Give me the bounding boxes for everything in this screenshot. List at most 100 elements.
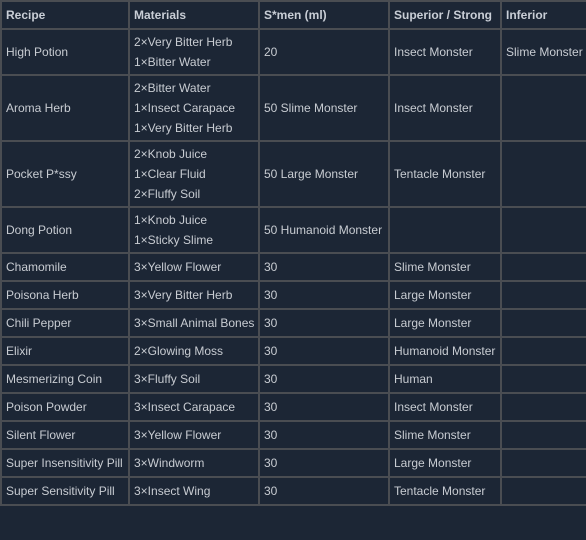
superior-cell: Humanoid Monster: [388, 336, 502, 366]
table-row: Chamomile 3×Yellow Flower 30 Slime Monster: [0, 252, 586, 282]
materials-cell: 1×Knob Juice 1×Sticky Slime: [128, 206, 260, 254]
recipe-cell: Pocket P*ssy: [0, 140, 130, 208]
recipe-cell: Mesmerizing Coin: [0, 364, 130, 394]
superior-cell: Tentacle Monster: [388, 476, 502, 506]
material-item: 3×Small Animal Bones: [134, 316, 255, 330]
recipe-cell: Aroma Herb: [0, 74, 130, 142]
recipe-cell: Dong Potion: [0, 206, 130, 254]
semen-cell: 30: [258, 308, 390, 338]
superior-cell: Tentacle Monster: [388, 140, 502, 208]
semen-cell: 30: [258, 448, 390, 478]
inferior-cell: [500, 364, 586, 394]
header-semen: S*men (ml): [258, 0, 390, 30]
material-item: 2×Fluffy Soil: [134, 187, 201, 201]
semen-cell: 30: [258, 420, 390, 450]
material-item: 2×Very Bitter Herb: [134, 35, 233, 49]
materials-cell: 3×Insect Carapace: [128, 392, 260, 422]
table-row: Super Sensitivity Pill 3×Insect Wing 30 Ten…: [0, 476, 586, 506]
material-item: 1×Insect Carapace: [134, 101, 236, 115]
material-item: 1×Clear Fluid: [134, 167, 206, 181]
material-item: 1×Knob Juice: [134, 213, 208, 227]
recipe-cell: Chamomile: [0, 252, 130, 282]
superior-cell: Human: [388, 364, 502, 394]
material-item: 3×Yellow Flower: [134, 428, 222, 442]
inferior-cell: [500, 140, 586, 208]
materials-cell: 3×Very Bitter Herb: [128, 280, 260, 310]
materials-cell: 2×Knob Juice 1×Clear Fluid 2×Fluffy Soil: [128, 140, 260, 208]
header-inferior: Inferior: [500, 0, 586, 30]
semen-cell: 50 Slime Monster: [258, 74, 390, 142]
materials-cell: 3×Fluffy Soil: [128, 364, 260, 394]
material-item: 3×Insect Wing: [134, 484, 211, 498]
materials-cell: 2×Glowing Moss: [128, 336, 260, 366]
superior-cell: Insect Monster: [388, 74, 502, 142]
table-row: Poisona Herb 3×Very Bitter Herb 30 Large Mo…: [0, 280, 586, 310]
inferior-cell: [500, 74, 586, 142]
inferior-cell: [500, 336, 586, 366]
materials-cell: 3×Yellow Flower: [128, 252, 260, 282]
table-row: Super Insensitivity Pill 3×Windworm 30 Larg…: [0, 448, 586, 478]
superior-cell: [388, 206, 502, 254]
inferior-cell: [500, 420, 586, 450]
semen-cell: 50 Large Monster: [258, 140, 390, 208]
materials-cell: 3×Windworm: [128, 448, 260, 478]
material-item: 3×Yellow Flower: [134, 260, 222, 274]
semen-cell: 50 Humanoid Monster: [258, 206, 390, 254]
semen-cell: 30: [258, 336, 390, 366]
table-row: Poison Powder 3×Insect Carapace 30 Insect M…: [0, 392, 586, 422]
superior-cell: Insect Monster: [388, 392, 502, 422]
recipe-cell: Chili Pepper: [0, 308, 130, 338]
inferior-cell: [500, 206, 586, 254]
inferior-cell: [500, 280, 586, 310]
material-item: 3×Fluffy Soil: [134, 372, 201, 386]
inferior-cell: [500, 252, 586, 282]
recipe-cell: Poison Powder: [0, 392, 130, 422]
semen-cell: 30: [258, 280, 390, 310]
recipe-cell: Elixir: [0, 336, 130, 366]
header-materials: Materials: [128, 0, 260, 30]
material-item: 1×Very Bitter Herb: [134, 121, 233, 135]
materials-cell: 3×Insect Wing: [128, 476, 260, 506]
header-row: Recipe Materials S*men (ml) Superior / S…: [0, 0, 586, 30]
semen-cell: 30: [258, 364, 390, 394]
superior-cell: Large Monster: [388, 448, 502, 478]
material-item: 1×Bitter Water: [134, 55, 211, 69]
inferior-cell: [500, 448, 586, 478]
semen-cell: 30: [258, 392, 390, 422]
superior-cell: Insect Monster: [388, 28, 502, 76]
material-item: 2×Knob Juice: [134, 147, 208, 161]
material-item: 3×Insect Carapace: [134, 400, 236, 414]
table-row: Aroma Herb 2×Bitter Water 1×Insect Carapac…: [0, 74, 586, 142]
material-item: 3×Windworm: [134, 456, 205, 470]
material-item: 3×Very Bitter Herb: [134, 288, 233, 302]
recipe-table: Recipe Materials S*men (ml) Superior / S…: [0, 0, 586, 506]
superior-cell: Large Monster: [388, 280, 502, 310]
table-header: Recipe Materials S*men (ml) Superior / S…: [0, 0, 586, 30]
inferior-cell: [500, 308, 586, 338]
material-item: 2×Bitter Water: [134, 81, 211, 95]
inferior-cell: [500, 476, 586, 506]
table-row: Mesmerizing Coin 3×Fluffy Soil 30 Human: [0, 364, 586, 394]
inferior-cell: [500, 392, 586, 422]
recipe-cell: High Potion: [0, 28, 130, 76]
materials-cell: 2×Very Bitter Herb 1×Bitter Water: [128, 28, 260, 76]
header-superior: Superior / Strong: [388, 0, 502, 30]
superior-cell: Slime Monster: [388, 420, 502, 450]
superior-cell: Large Monster: [388, 308, 502, 338]
material-item: 1×Sticky Slime: [134, 233, 214, 247]
material-item: 2×Glowing Moss: [134, 344, 224, 358]
table-row: Chili Pepper 3×Small Animal Bones 30 Large …: [0, 308, 586, 338]
semen-cell: 20: [258, 28, 390, 76]
materials-cell: 2×Bitter Water 1×Insect Carapace 1×Very Bi…: [128, 74, 260, 142]
inferior-cell: Slime Monster: [500, 28, 586, 76]
materials-cell: 3×Yellow Flower: [128, 420, 260, 450]
materials-cell: 3×Small Animal Bones: [128, 308, 260, 338]
table-row: Elixir 2×Glowing Moss 30 Humanoid Monster: [0, 336, 586, 366]
table-row: Pocket P*ssy 2×Knob Juice 1×Clear Fluid 2×F…: [0, 140, 586, 208]
header-recipe: Recipe: [0, 0, 130, 30]
recipe-cell: Super Insensitivity Pill: [0, 448, 130, 478]
semen-cell: 30: [258, 476, 390, 506]
recipe-cell: Poisona Herb: [0, 280, 130, 310]
superior-cell: Slime Monster: [388, 252, 502, 282]
recipe-cell: Super Sensitivity Pill: [0, 476, 130, 506]
